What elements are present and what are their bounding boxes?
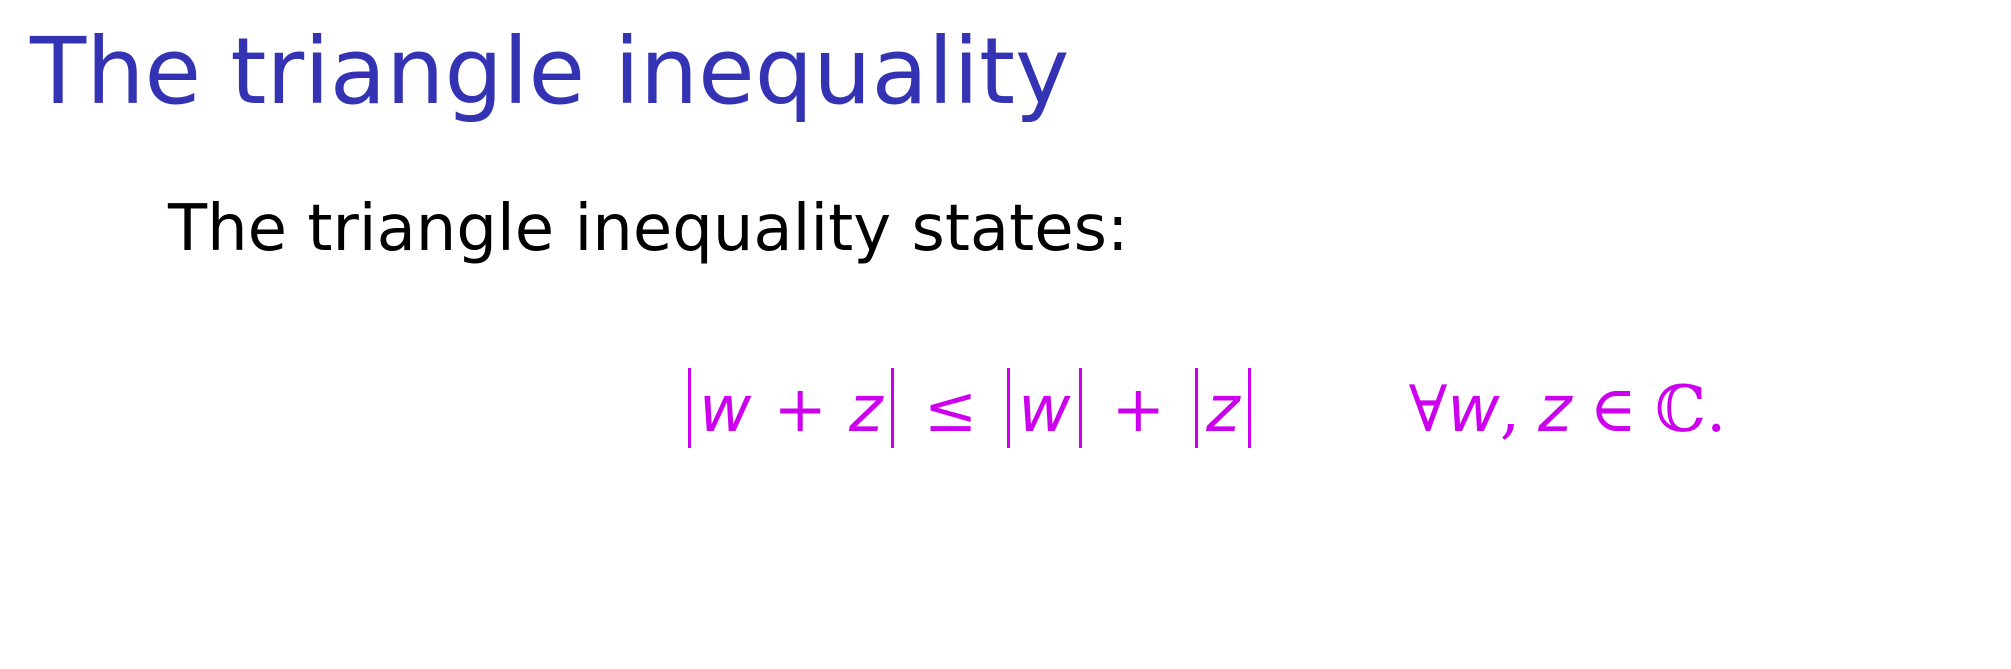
formula-var-w: w xyxy=(699,373,752,447)
abs-bar-left xyxy=(1195,368,1199,448)
formula-var-w: w xyxy=(1447,373,1500,447)
slide-title: The triangle inequality xyxy=(30,18,1070,125)
formula-element-of: ∈ xyxy=(1589,373,1638,447)
formula-var-z: z xyxy=(848,373,883,447)
formula-complex-set: ℂ xyxy=(1655,373,1706,447)
formula-plus: + xyxy=(773,373,827,447)
abs-bar-right xyxy=(1247,368,1251,448)
abs-bar-left xyxy=(688,368,691,448)
formula-var-w: w xyxy=(1018,373,1071,447)
formula-leq: ≤ xyxy=(923,373,978,447)
abs-bar-left xyxy=(1007,368,1011,448)
formula-comma: , xyxy=(1499,373,1521,447)
abs-bar-right xyxy=(890,368,894,448)
formula-period: . xyxy=(1705,373,1727,447)
formula-forall: ∀ xyxy=(1408,373,1448,447)
triangle-inequality-formula: w + z ≤ w + z ∀ w , z ∈ ℂ . xyxy=(680,355,1726,465)
formula-var-z: z xyxy=(1538,373,1572,447)
intro-text: The triangle inequality states: xyxy=(168,192,1129,266)
quantifier-clause: ∀ w , z ∈ ℂ . xyxy=(1409,373,1727,447)
formula-var-z: z xyxy=(1206,373,1240,447)
abs-bar-right xyxy=(1078,368,1082,448)
formula-plus: + xyxy=(1111,373,1166,447)
